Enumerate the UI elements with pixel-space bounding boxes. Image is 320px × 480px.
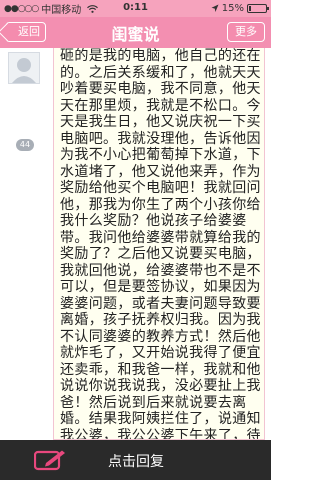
back-button[interactable]: 返回 <box>6 22 46 42</box>
default-user-icon <box>9 53 39 83</box>
page-title: 闺蜜说 <box>111 24 160 44</box>
status-time: 0:11 <box>123 2 148 13</box>
nav-bar: 返回 闺蜜说 更多 <box>0 17 271 48</box>
more-button[interactable]: 更多 <box>227 22 265 42</box>
avatar[interactable] <box>8 52 40 84</box>
battery-icon <box>247 4 269 13</box>
reply-button-label: 点击回复 <box>108 454 164 470</box>
reply-button[interactable]: 点击回复 <box>0 440 271 480</box>
back-button-label: 返回 <box>18 25 40 38</box>
battery-level <box>249 6 251 11</box>
post-text: 砸的是我的电脑，他自己的还在的。之后关系缓和了，他就天天吵着要买电脑，我不同意，… <box>60 48 261 440</box>
edit-icon <box>34 450 65 471</box>
author-column: 44 <box>0 48 44 440</box>
post-content-area: 44 砸的是我的电脑，他自己的还在的。之后关系缓和了，他就天天吵着要买电脑，我不… <box>0 48 271 440</box>
status-bar: ●●○○○ 中国移动 0:11 15% <box>0 0 271 17</box>
reply-count-badge: 44 <box>16 139 34 151</box>
post-bubble: 砸的是我的电脑，他自己的还在的。之后关系缓和了，他就天天吵着要买电脑，我不同意，… <box>53 48 265 440</box>
bottom-bar: 点击回复 <box>0 440 271 480</box>
